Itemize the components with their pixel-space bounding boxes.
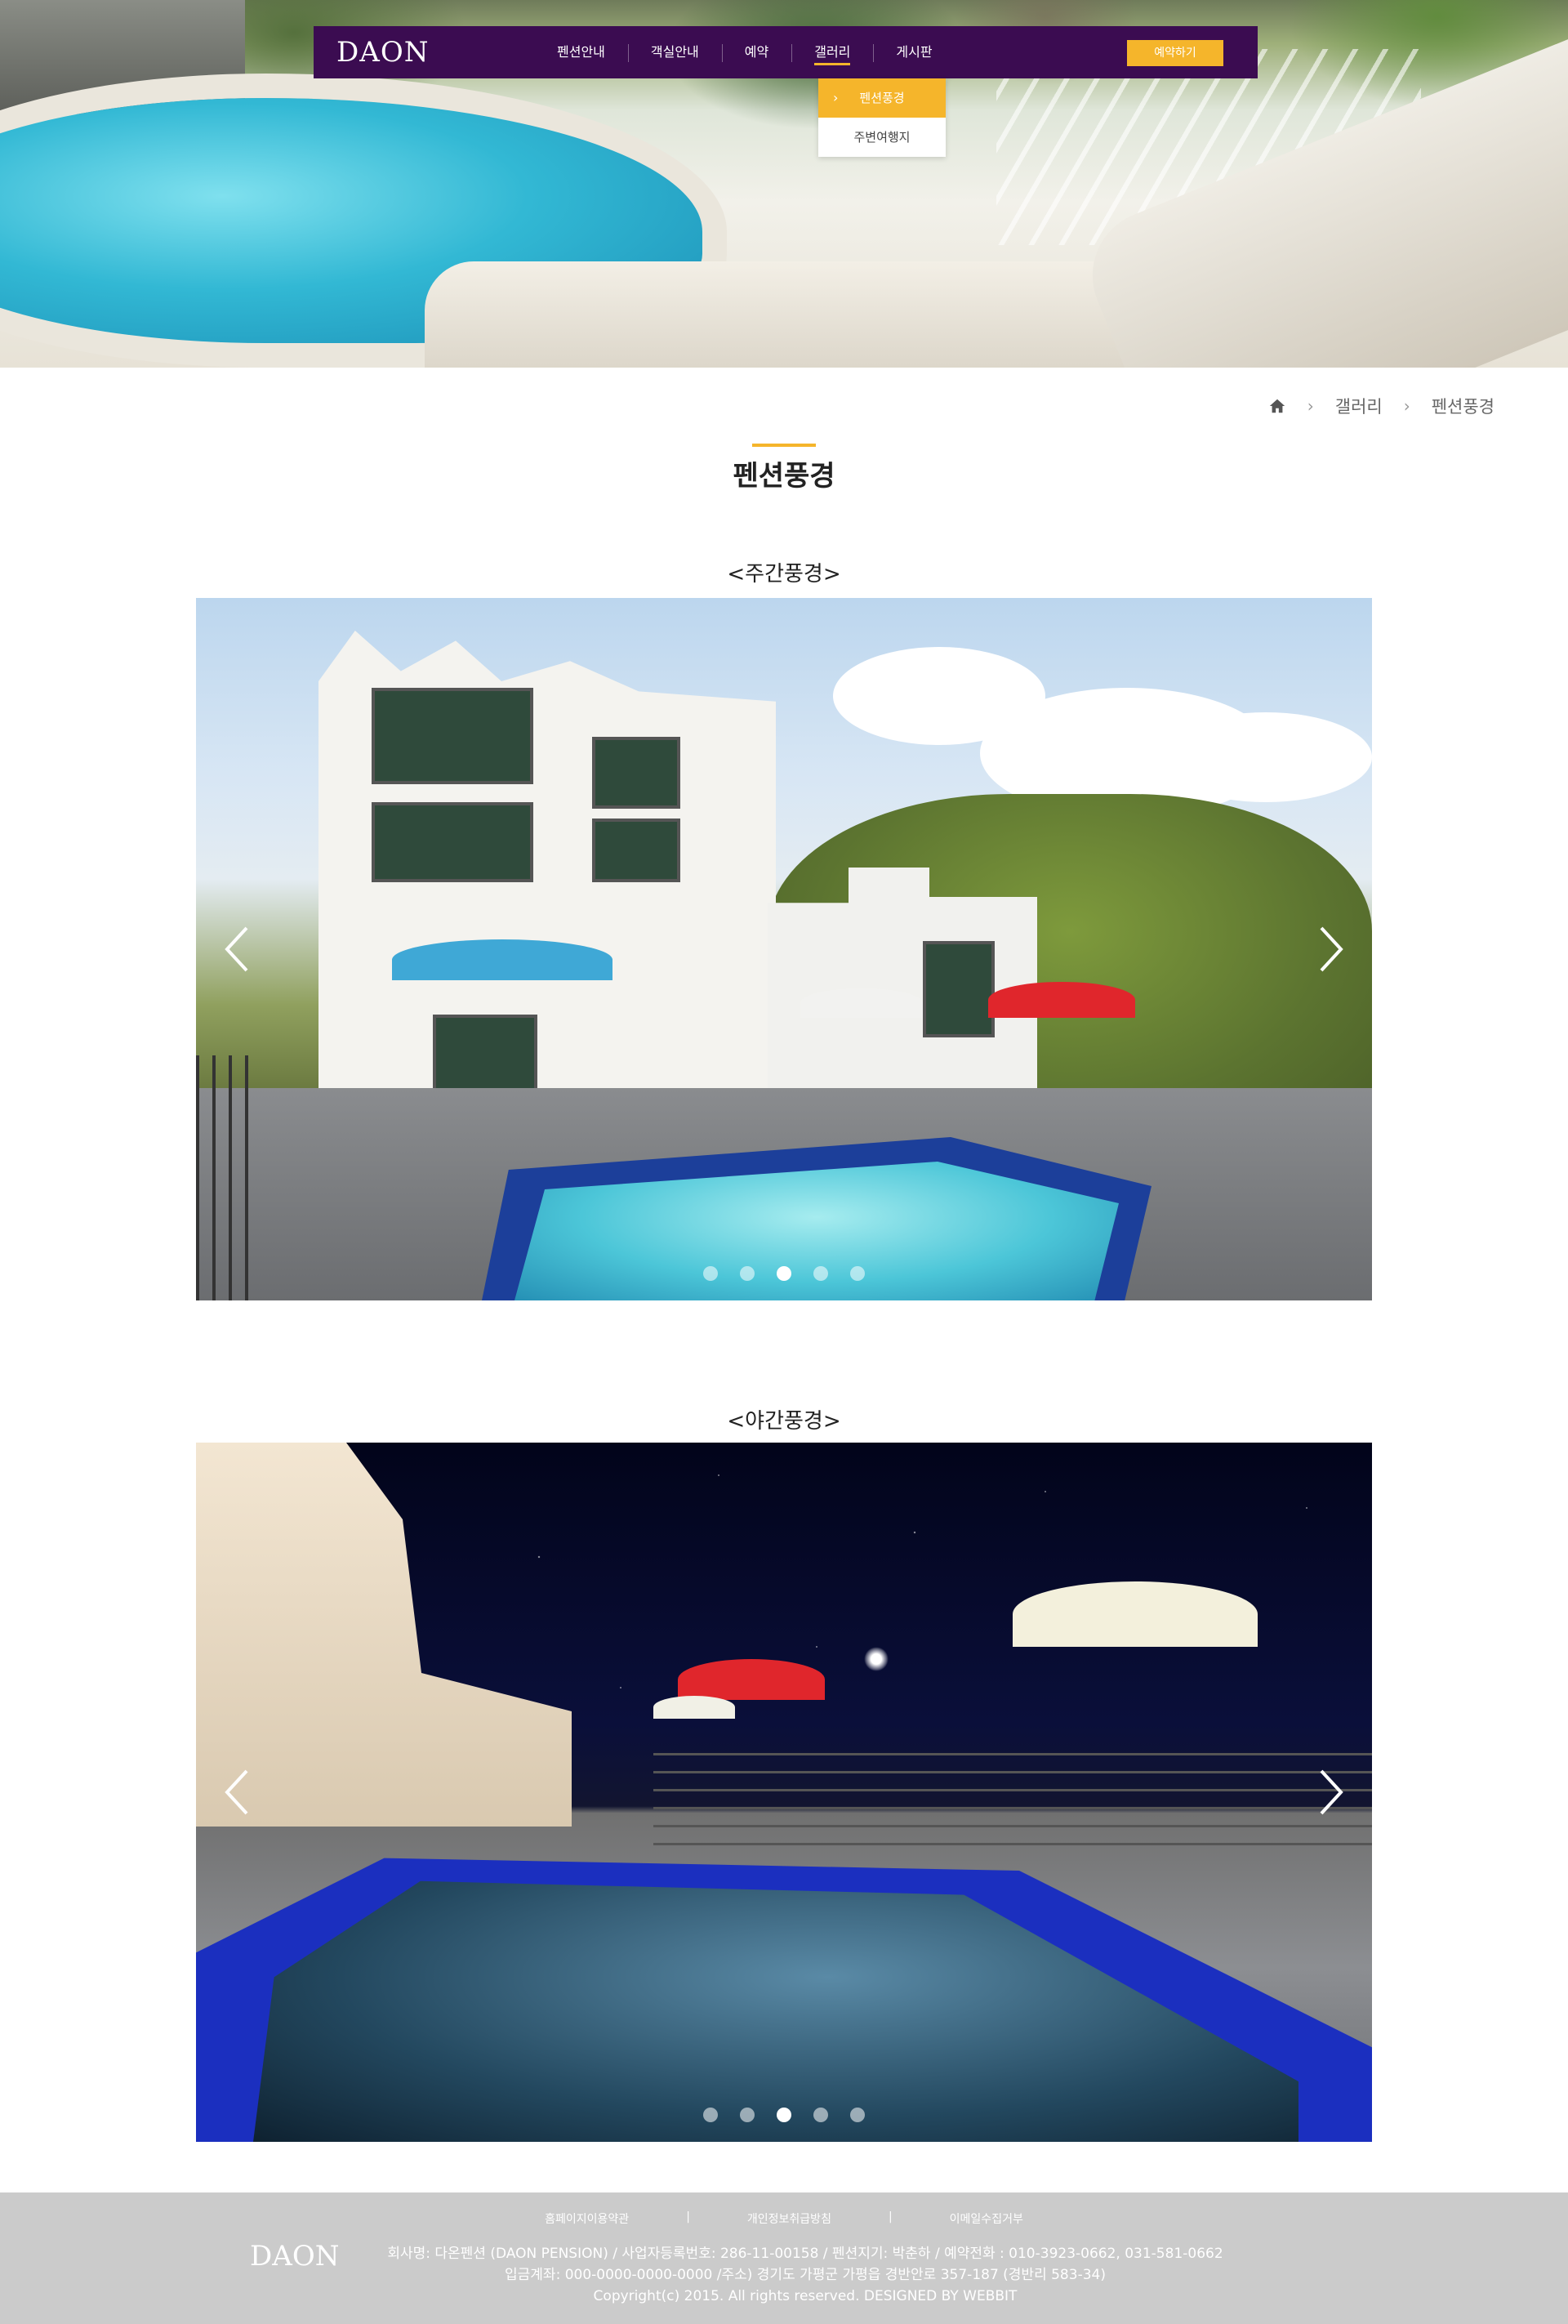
umbrella: [800, 988, 923, 1018]
night-slider-dots: [196, 2108, 1372, 2126]
window: [372, 688, 533, 784]
lamp: [864, 1647, 889, 1671]
footer-info-line: 입금계좌: 000-0000-0000-0000 /주소) 경기도 가평군 가평…: [505, 2267, 1106, 2283]
divider: |: [888, 2210, 893, 2224]
email-refusal-link[interactable]: 이메일수집거부: [950, 2210, 1023, 2227]
window: [923, 941, 995, 1037]
page-title: 펜션풍경: [733, 460, 835, 493]
menu-item-label: 객실안내: [650, 44, 699, 60]
submenu-item-pension-scenery[interactable]: › 펜션풍경: [818, 78, 946, 118]
cloud: [1160, 712, 1372, 802]
submenu-item-label: 주변여행지: [853, 130, 911, 145]
slider-dot-active[interactable]: [777, 2108, 791, 2122]
gallery-submenu: › 펜션풍경 주변여행지: [818, 78, 946, 157]
chevron-right-icon: ›: [833, 90, 839, 105]
menu-item-reservation[interactable]: 예약: [721, 26, 791, 78]
hero-lounger: [425, 261, 1160, 368]
footer-logo: DAON: [250, 2240, 340, 2273]
day-prev-arrow[interactable]: [220, 923, 253, 975]
railing: [196, 1055, 261, 1300]
umbrella: [678, 1659, 825, 1700]
chevron-right-icon: ›: [1307, 396, 1314, 416]
umbrella: [1013, 1581, 1258, 1647]
slider-dot[interactable]: [739, 2108, 755, 2122]
window: [592, 819, 680, 882]
terms-link[interactable]: 홈페이지이용약관: [545, 2210, 629, 2227]
menu-item-label: 갤러리: [814, 44, 851, 65]
footer-links: 홈페이지이용약관 | 개인정보취급방침 | 이메일수집거부: [0, 2210, 1568, 2227]
main-menu: 펜션안내 객실안내 예약 갤러리 게시판: [534, 26, 956, 78]
railing: [653, 1753, 1372, 1851]
breadcrumb-gallery[interactable]: 갤러리: [1335, 394, 1383, 418]
slider-dot-active[interactable]: [777, 1266, 791, 1281]
slider-dot[interactable]: [850, 2108, 866, 2122]
slider-dot[interactable]: [850, 1266, 866, 1281]
footer-info-line: 회사명: 다온펜션 (DAON PENSION) / 사업자등록번호: 286-…: [387, 2246, 1223, 2262]
pool-water: [253, 1880, 1298, 2142]
chevron-right-icon: ›: [1403, 396, 1410, 416]
umbrella: [988, 982, 1135, 1018]
menu-item-label: 예약: [744, 44, 769, 60]
home-icon[interactable]: [1268, 397, 1286, 415]
slider-dot[interactable]: [702, 2108, 718, 2122]
night-slider: [196, 1443, 1372, 2142]
day-next-arrow[interactable]: [1315, 923, 1348, 975]
page-title-block: 펜션풍경: [0, 444, 1568, 493]
umbrella: [653, 1696, 735, 1719]
day-section-title: <주간풍경>: [727, 562, 841, 587]
slider-dot[interactable]: [702, 1266, 718, 1281]
menu-item-label: 펜션안내: [557, 44, 605, 60]
submenu-item-label: 펜션풍경: [859, 91, 905, 105]
window: [592, 737, 680, 809]
slider-dot[interactable]: [739, 1266, 755, 1281]
privacy-link[interactable]: 개인정보취급방침: [747, 2210, 831, 2227]
slider-dot[interactable]: [813, 2108, 829, 2122]
menu-item-board[interactable]: 게시판: [873, 26, 955, 78]
night-prev-arrow[interactable]: [220, 1766, 253, 1818]
divider: |: [686, 2210, 690, 2224]
breadcrumb: › 갤러리 › 펜션풍경: [1268, 394, 1494, 418]
window: [372, 802, 533, 882]
footer-info: 회사명: 다온펜션 (DAON PENSION) / 사업자등록번호: 286-…: [372, 2243, 1238, 2307]
hero-building: [0, 0, 245, 114]
footer-info-line: Copyright(c) 2015. All rights reserved. …: [593, 2288, 1018, 2304]
logo[interactable]: DAON: [336, 36, 429, 69]
menu-item-gallery[interactable]: 갤러리: [791, 26, 873, 78]
title-accent-bar: [752, 444, 816, 447]
menu-item-pension-info[interactable]: 펜션안내: [534, 26, 628, 78]
footer: 홈페이지이용약관 | 개인정보취급방침 | 이메일수집거부 DAON 회사명: …: [0, 2192, 1568, 2324]
umbrella: [392, 939, 612, 980]
night-next-arrow[interactable]: [1315, 1766, 1348, 1818]
submenu-item-nearby-travel[interactable]: 주변여행지: [818, 118, 946, 157]
top-navigation: DAON 펜션안내 객실안내 예약 갤러리 게시판 예약하기: [314, 26, 1258, 78]
day-slider-dots: [196, 1266, 1372, 1284]
menu-item-rooms[interactable]: 객실안내: [627, 26, 722, 78]
night-section-title: <야간풍경>: [727, 1409, 841, 1434]
breadcrumb-current: 펜션풍경: [1431, 397, 1494, 417]
menu-item-label: 게시판: [896, 44, 933, 60]
reserve-button[interactable]: 예약하기: [1127, 40, 1223, 66]
day-slider: [196, 598, 1372, 1300]
slider-dot[interactable]: [813, 1266, 829, 1281]
